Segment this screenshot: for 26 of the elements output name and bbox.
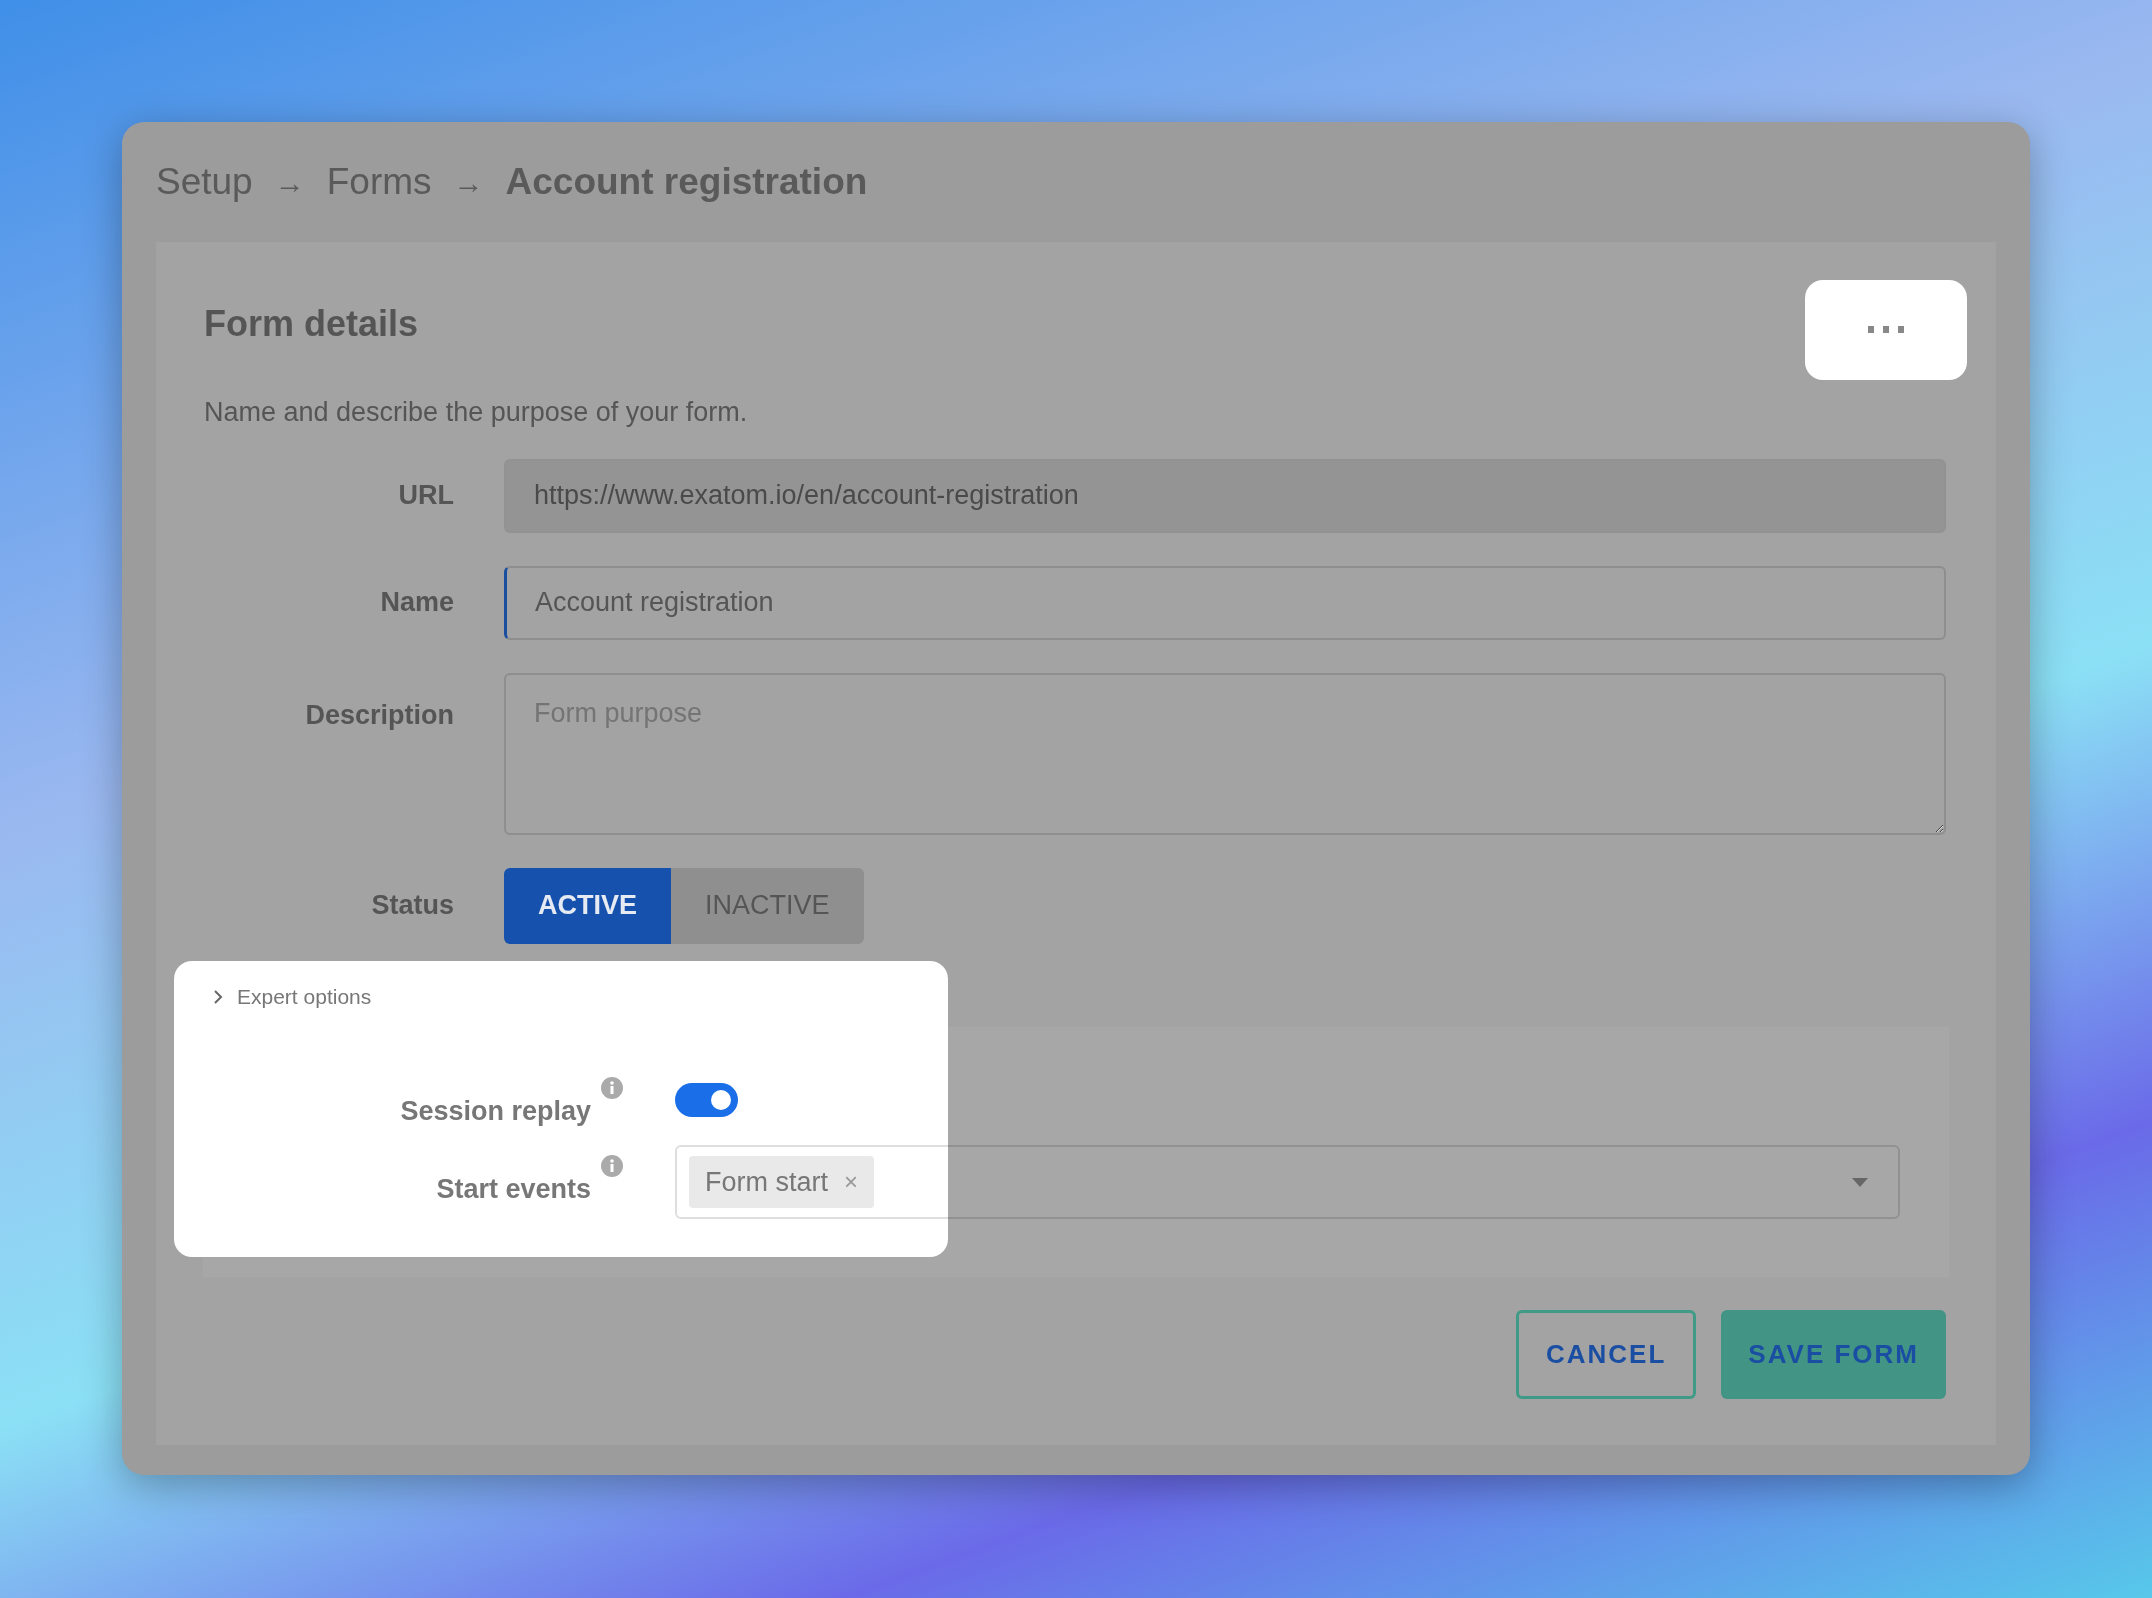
field-label: URL <box>397 479 454 513</box>
status-option[interactable]: INACTIVE <box>671 867 864 944</box>
more-button[interactable] <box>1805 280 1967 380</box>
expander-label[interactable]: Expert options <box>237 980 372 1013</box>
card-title: Form details <box>204 302 419 346</box>
text-field[interactable]: Account registration <box>504 565 1946 640</box>
select-field[interactable]: Form start × <box>675 1145 1900 1219</box>
chevron-icon <box>213 988 223 1005</box>
dropdown-caret-icon <box>1852 1177 1868 1187</box>
field-label: Description <box>304 698 454 732</box>
breadcrumb-link[interactable]: Forms <box>326 154 432 210</box>
card-description: Name and describe the purpose of your form. <box>204 396 749 429</box>
save-button[interactable]: SAVE FORM <box>1721 1309 1946 1399</box>
tag-label: Form start <box>705 1165 828 1199</box>
more-icon <box>1868 326 1904 334</box>
breadcrumb-link[interactable]: Setup <box>156 154 253 210</box>
status-option[interactable]: ACTIVE <box>504 867 671 944</box>
breadcrumb-separator: → <box>453 164 484 201</box>
field-label: Session replay <box>400 1094 591 1128</box>
field-label: Name <box>379 586 454 620</box>
field-label: Start events <box>436 1172 591 1206</box>
field-label: Status <box>370 889 454 923</box>
remove-tag-button[interactable]: × <box>844 1164 859 1200</box>
breadcrumb-separator: → <box>274 164 305 201</box>
breadcrumb-current: Account registration <box>505 160 868 205</box>
cancel-button[interactable]: CANCEL <box>1516 1309 1697 1399</box>
